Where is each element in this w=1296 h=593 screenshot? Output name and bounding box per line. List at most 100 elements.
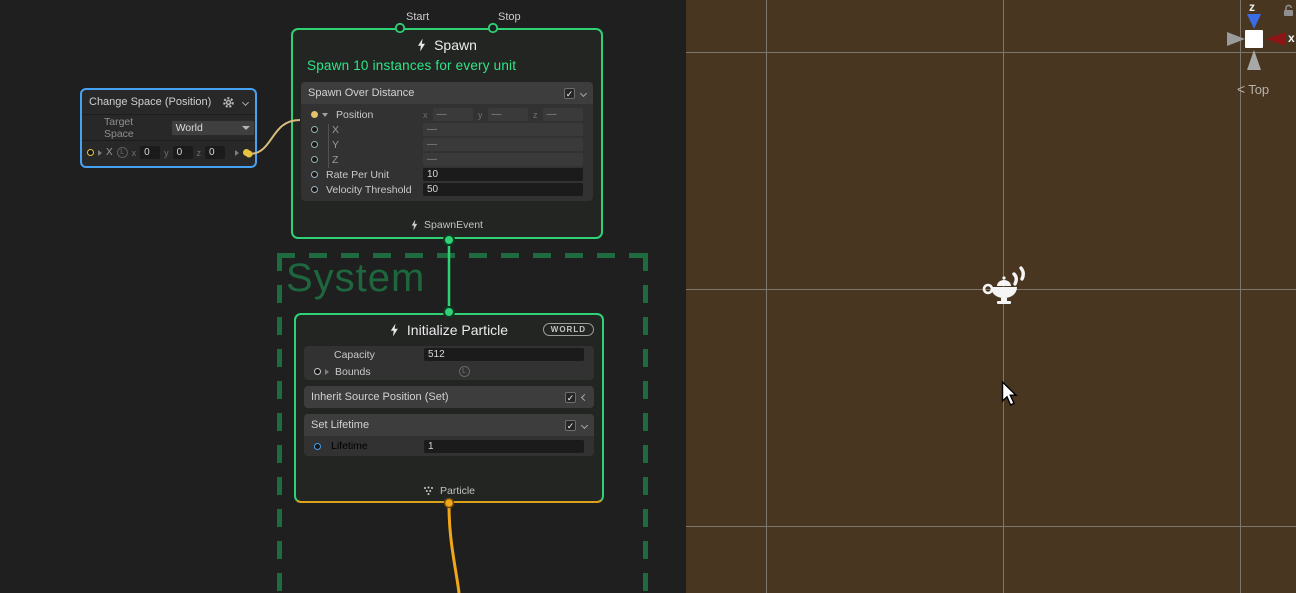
- property-row-velocity-threshold[interactable]: Velocity Threshold 50: [301, 182, 593, 197]
- y-port[interactable]: [311, 141, 318, 148]
- y-value-field[interactable]: 0: [173, 146, 193, 159]
- grid-line-horizontal: [686, 526, 1296, 527]
- bounds-label: Bounds: [335, 366, 371, 378]
- set-lifetime-block[interactable]: Set Lifetime ✓ Lifetime 1: [304, 414, 594, 456]
- view-orientation-label[interactable]: < Top: [1237, 81, 1269, 97]
- gizmo-down-axis-cone[interactable]: [1247, 50, 1261, 70]
- spawn-output-label: SpawnEvent: [424, 219, 483, 231]
- z-mini-label: z: [533, 110, 538, 120]
- edge-particle-to-update[interactable]: [449, 505, 459, 593]
- capacity-label: Capacity: [334, 349, 375, 361]
- chevron-left-icon[interactable]: [581, 393, 588, 400]
- x-value-field[interactable]: 0: [140, 146, 160, 159]
- y-mini-label: y: [478, 110, 483, 120]
- block-title: Inherit Source Position (Set): [311, 391, 565, 403]
- z-value-field[interactable]: —: [543, 108, 584, 121]
- gizmo-z-axis-cone[interactable]: [1247, 14, 1261, 29]
- block-enabled-checkbox[interactable]: ✓: [565, 392, 576, 403]
- initialize-title: Initialize Particle: [407, 322, 508, 338]
- property-row-y[interactable]: Y —: [301, 137, 593, 152]
- spawn-over-distance-block[interactable]: Spawn Over Distance ✓ Position x — y: [301, 82, 593, 201]
- x-port[interactable]: [311, 126, 318, 133]
- value-field[interactable]: 10: [423, 168, 583, 181]
- lightning-icon: [417, 39, 426, 52]
- x-mini-label: x: [132, 148, 137, 158]
- output-port[interactable]: [243, 149, 250, 156]
- value-field[interactable]: —: [423, 138, 583, 151]
- value-field[interactable]: 50: [423, 183, 583, 196]
- spawn-stop-port-label: Stop: [498, 11, 521, 23]
- z-value-field[interactable]: 0: [205, 146, 225, 159]
- settings-block: Capacity 512 Bounds L: [304, 346, 594, 380]
- gizmo-back-axis-cone[interactable]: [1227, 32, 1245, 46]
- lifetime-label: Lifetime: [331, 440, 368, 452]
- visual-effect-gizmo-icon[interactable]: [981, 266, 1027, 308]
- child-indent-line: [328, 124, 329, 168]
- particle-icon: [423, 486, 434, 496]
- row-label: Velocity Threshold: [326, 184, 412, 196]
- value-field[interactable]: —: [423, 123, 583, 136]
- z-mini-label: z: [197, 148, 202, 158]
- gizmo-x-axis-cone[interactable]: [1266, 32, 1286, 46]
- gear-icon[interactable]: [222, 96, 235, 109]
- lifetime-row[interactable]: Lifetime 1: [304, 436, 594, 456]
- graph-canvas[interactable]: System Start Stop Change Space (Position…: [0, 0, 686, 593]
- spawn-start-port-label: Start: [406, 11, 429, 23]
- capacity-row[interactable]: Capacity 512: [304, 346, 594, 363]
- initialize-particle-node[interactable]: Initialize Particle WORLD Capacity 512 B…: [294, 313, 604, 503]
- bounds-port[interactable]: [314, 368, 321, 375]
- view-toggle-icon[interactable]: <: [1237, 81, 1245, 97]
- system-group-border-left[interactable]: [277, 253, 282, 593]
- vfx-graph-editor: System Start Stop Change Space (Position…: [0, 0, 1296, 593]
- velocity-threshold-port[interactable]: [311, 186, 318, 193]
- expander-triangle-icon[interactable]: [325, 369, 329, 375]
- target-space-dropdown[interactable]: World: [171, 120, 255, 136]
- target-space-value: World: [176, 122, 203, 134]
- capacity-field[interactable]: 512: [424, 348, 584, 361]
- chevron-down-icon[interactable]: [581, 421, 588, 428]
- lifetime-field[interactable]: 1: [424, 440, 584, 453]
- row-label: X: [332, 124, 339, 136]
- expand-triangle-icon[interactable]: [322, 113, 328, 117]
- inherit-source-position-block[interactable]: Inherit Source Position (Set) ✓: [304, 386, 594, 408]
- row-label: Z: [332, 154, 338, 166]
- expander-triangle-icon[interactable]: [98, 150, 102, 156]
- spawn-context-node[interactable]: Spawn Spawn 10 instances for every unit …: [291, 28, 603, 239]
- mouse-cursor: [1001, 381, 1019, 408]
- target-space-label: Target Space: [104, 116, 165, 140]
- chevron-down-icon[interactable]: [242, 98, 249, 105]
- view-name: Top: [1248, 82, 1269, 97]
- block-enabled-checkbox[interactable]: ✓: [564, 88, 575, 99]
- local-space-badge[interactable]: L: [459, 366, 470, 377]
- x-mini-label: x: [423, 110, 428, 120]
- input-port[interactable]: [87, 149, 94, 156]
- scene-view[interactable]: z x < Top: [686, 0, 1296, 593]
- world-space-badge[interactable]: WORLD: [543, 323, 594, 336]
- gizmo-x-axis-label: x: [1288, 31, 1295, 45]
- grid-line-vertical: [766, 0, 767, 593]
- gizmo-center-cube[interactable]: [1245, 30, 1263, 48]
- value-field[interactable]: —: [423, 153, 583, 166]
- chevron-down-icon[interactable]: [580, 89, 587, 96]
- lifetime-port[interactable]: [314, 443, 321, 450]
- bounds-row[interactable]: Bounds L: [304, 363, 594, 380]
- grid-line-horizontal: [686, 52, 1296, 53]
- lock-icon[interactable]: [1282, 3, 1295, 17]
- property-row-rate-per-unit[interactable]: Rate Per Unit 10: [301, 167, 593, 182]
- local-space-badge[interactable]: L: [117, 147, 128, 158]
- position-port-connected[interactable]: [311, 111, 318, 118]
- y-value-field[interactable]: —: [488, 108, 529, 121]
- block-enabled-checkbox[interactable]: ✓: [565, 420, 576, 431]
- x-value-field[interactable]: —: [433, 108, 474, 121]
- output-triangle-icon: [235, 150, 239, 156]
- block-title: Spawn Over Distance: [308, 87, 564, 99]
- rate-per-unit-port[interactable]: [311, 171, 318, 178]
- change-space-node[interactable]: Change Space (Position) Target Space Wor…: [80, 88, 257, 168]
- system-group-label: System: [286, 256, 425, 301]
- row-label: Y: [332, 139, 339, 151]
- property-row-x[interactable]: X —: [301, 122, 593, 137]
- property-row-position[interactable]: Position x — y — z —: [301, 107, 593, 122]
- z-port[interactable]: [311, 156, 318, 163]
- system-group-border-right[interactable]: [643, 253, 648, 593]
- property-row-z[interactable]: Z —: [301, 152, 593, 167]
